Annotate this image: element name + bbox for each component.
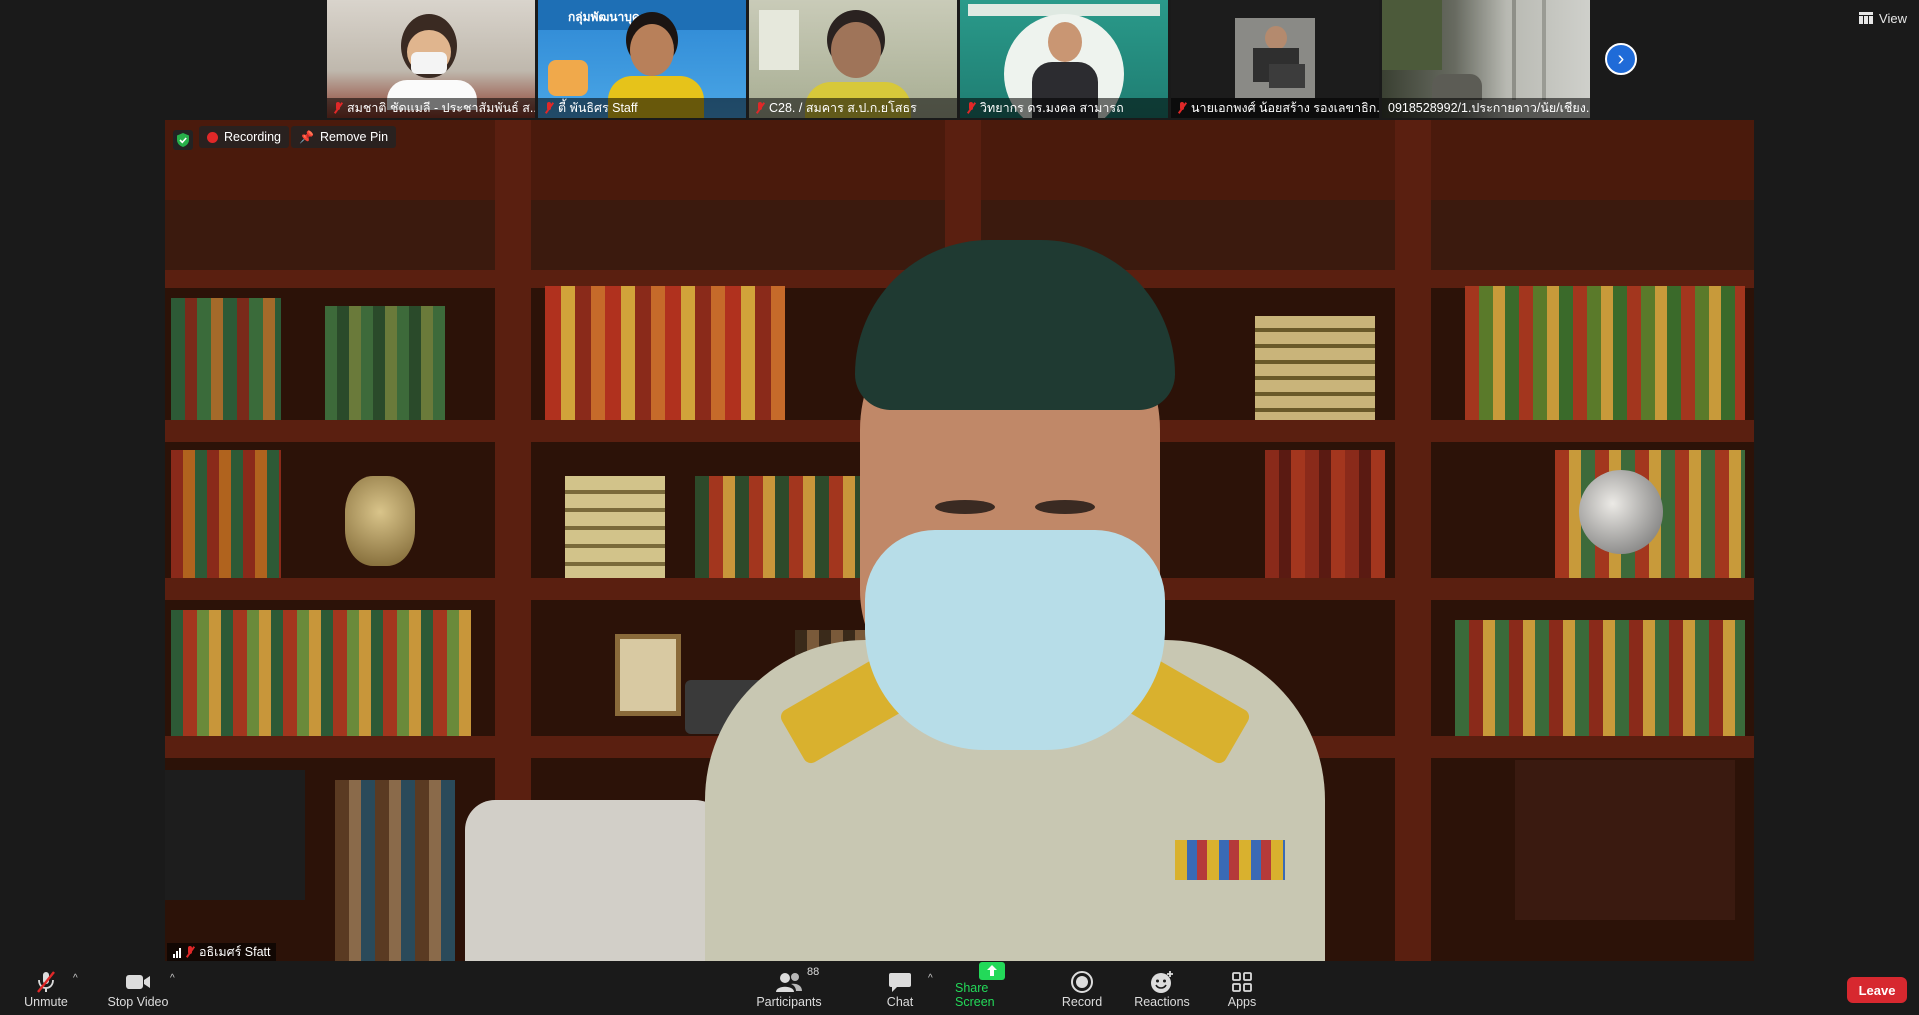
speaker-name: อธิเมศร์ Sfatt xyxy=(199,945,271,959)
reactions-icon xyxy=(1149,969,1175,995)
audio-options-caret[interactable]: ^ xyxy=(73,973,78,984)
leave-button[interactable]: Leave xyxy=(1847,977,1907,1003)
mic-muted-icon xyxy=(185,946,195,958)
record-icon xyxy=(1070,969,1094,995)
apps-icon xyxy=(1231,969,1253,995)
participant-thumbnail-strip: สมชาติ ชัดแมลี - ประชาสัมพันธ์ ส... กลุ่… xyxy=(327,0,1590,118)
mic-muted-icon xyxy=(333,102,343,114)
share-screen-label: Share Screen xyxy=(955,981,995,1009)
reactions-button[interactable]: Reactions xyxy=(1134,961,1190,1015)
participants-label: Participants xyxy=(756,995,822,1009)
unmute-label: Unmute xyxy=(24,995,68,1009)
participant-name: 0918528992/1.ประกายดาว/นัย/เชียง... xyxy=(1388,101,1590,115)
participant-name: สมชาติ ชัดแมลี - ประชาสัมพันธ์ ส... xyxy=(347,101,535,115)
chat-options-caret[interactable]: ^ xyxy=(928,973,933,984)
apps-label: Apps xyxy=(1227,995,1257,1009)
view-icon xyxy=(1859,12,1874,24)
meeting-toolbar: Unmute ^ Stop Video ^ 88 Participants Ch… xyxy=(0,961,1919,1015)
participant-thumbnail[interactable]: 0918528992/1.ประกายดาว/นัย/เชียง... xyxy=(1382,0,1590,118)
chat-label: Chat xyxy=(886,995,914,1009)
record-label: Record xyxy=(1061,995,1103,1009)
chat-button[interactable]: Chat xyxy=(878,961,922,1015)
participant-name: นายเอกพงศ์ น้อยสร้าง รองเลขาธิก... xyxy=(1191,101,1379,115)
share-screen-button[interactable]: Share Screen xyxy=(955,961,1029,1015)
video-options-caret[interactable]: ^ xyxy=(170,973,175,984)
recording-label: Recording xyxy=(224,130,281,144)
record-button[interactable]: Record xyxy=(1062,961,1102,1015)
mic-muted-icon xyxy=(1177,102,1187,114)
recording-indicator[interactable]: Recording xyxy=(199,126,289,148)
reactions-label: Reactions xyxy=(1134,995,1190,1009)
mic-muted-icon xyxy=(755,102,765,114)
signal-icon xyxy=(173,947,181,958)
participant-thumbnail[interactable]: สมชาติ ชัดแมลี - ประชาสัมพันธ์ ส... xyxy=(327,0,535,118)
active-speaker-video xyxy=(165,120,1754,962)
remove-pin-label: Remove Pin xyxy=(319,130,389,144)
chevron-right-icon: › xyxy=(1617,47,1625,70)
participants-count: 88 xyxy=(807,966,820,978)
stop-video-button[interactable]: Stop Video xyxy=(106,961,170,1015)
unmute-button[interactable]: Unmute xyxy=(18,961,74,1015)
participant-name: ตี้ พันธิศร Staff xyxy=(558,101,638,115)
view-label: View xyxy=(1879,10,1907,26)
view-button[interactable]: View xyxy=(1859,8,1907,28)
participant-thumbnail[interactable]: นายเอกพงศ์ น้อยสร้าง รองเลขาธิก... xyxy=(1171,0,1379,118)
participant-thumbnail[interactable]: วิทยากร ดร.มงคล สามารถ xyxy=(960,0,1168,118)
remove-pin-button[interactable]: 📌 Remove Pin xyxy=(291,126,397,148)
participants-button[interactable]: 88 Participants xyxy=(754,961,824,1015)
share-screen-icon xyxy=(978,961,1006,981)
stop-video-label: Stop Video xyxy=(107,995,169,1009)
record-icon xyxy=(207,131,218,143)
apps-button[interactable]: Apps xyxy=(1226,961,1258,1015)
participants-icon: 88 xyxy=(774,966,819,995)
mic-muted-icon xyxy=(33,969,59,995)
mic-muted-icon xyxy=(544,102,554,114)
shield-icon xyxy=(173,130,193,150)
mic-muted-icon xyxy=(966,102,976,114)
participant-thumbnail[interactable]: กลุ่มพัฒนาบุค ตี้ พันธิศร Staff xyxy=(538,0,746,118)
chat-icon xyxy=(888,969,912,995)
next-page-button[interactable]: › xyxy=(1605,43,1637,75)
participant-thumbnail[interactable]: C28. / สมคาร ส.ป.ก.ยโสธร xyxy=(749,0,957,118)
pin-icon: 📌 xyxy=(299,130,314,144)
active-speaker-name-tag: อธิเมศร์ Sfatt xyxy=(167,943,277,961)
video-camera-icon xyxy=(124,969,152,995)
participant-name: วิทยากร ดร.มงคล สามารถ xyxy=(980,101,1124,115)
participant-name: C28. / สมคาร ส.ป.ก.ยโสธร xyxy=(769,101,917,115)
